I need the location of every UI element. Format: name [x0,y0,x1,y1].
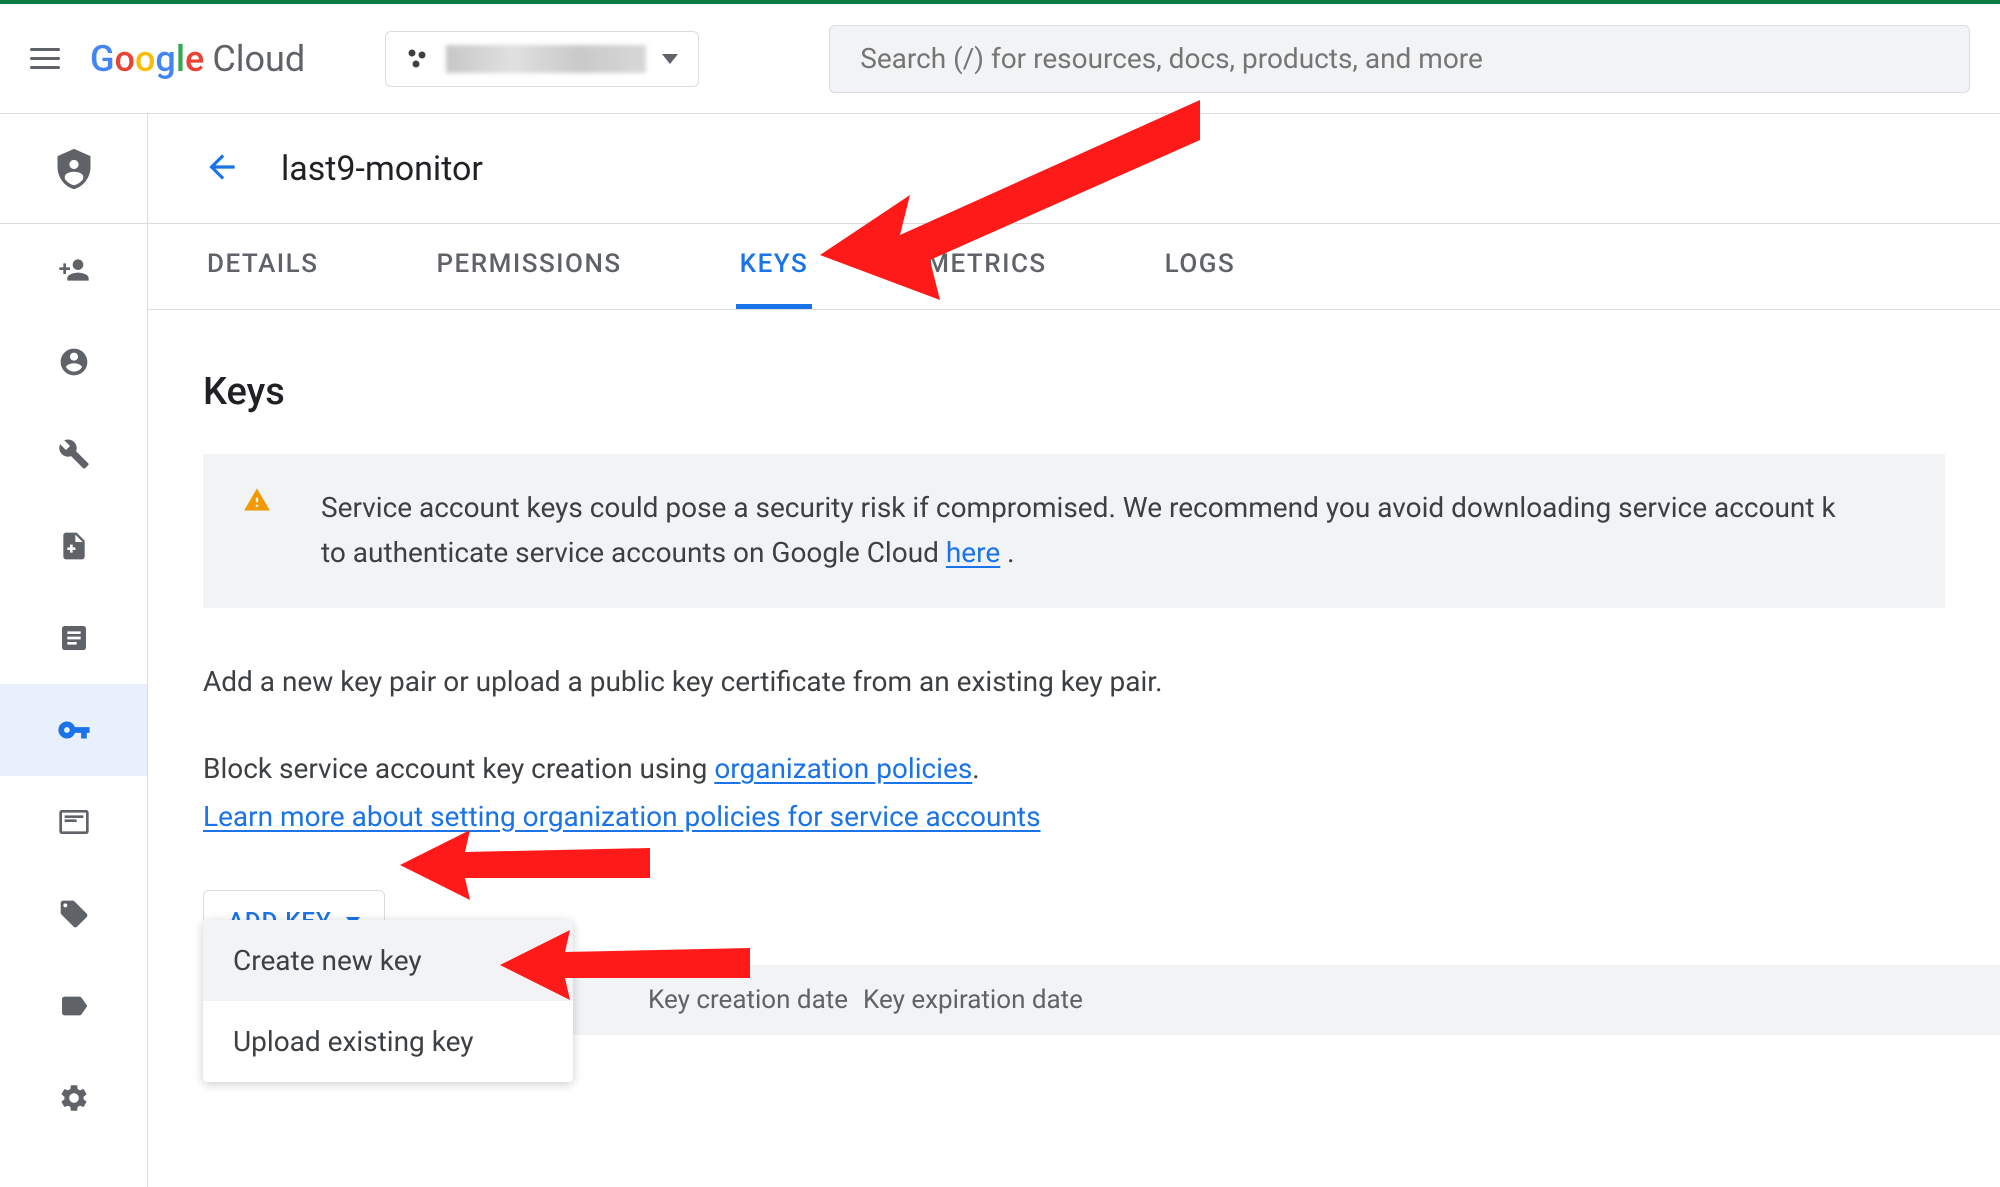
tab-details[interactable]: DETAILS [203,224,322,309]
sidebar-item-wrench[interactable] [0,408,147,500]
annotation-arrow-keys [820,100,1210,300]
sidebar-item-tag[interactable] [0,868,147,960]
hamburger-menu-icon[interactable] [30,48,60,69]
top-header: Google Cloud [0,4,2000,114]
sidebar-item-add-user[interactable] [0,224,147,316]
org-policies-link[interactable]: organization policies [714,752,972,785]
cloud-logo-text: Cloud [212,38,305,80]
dropdown-upload-existing-key[interactable]: Upload existing key [203,1001,573,1082]
sidebar-item-card[interactable] [0,776,147,868]
sidebar-item-doc-config[interactable] [0,500,147,592]
left-sidebar [0,114,148,1187]
sidebar-item-keys[interactable] [0,684,147,776]
sidebar-item-label[interactable] [0,960,147,1052]
annotation-arrow-createkey [500,930,760,1000]
desc-block-creation: Block service account key creation using… [203,745,1945,840]
col-expiration-date: Key expiration date [863,985,1363,1015]
here-link[interactable]: here [946,536,1000,569]
sidebar-item-article[interactable] [0,592,147,684]
page-title: last9-monitor [281,149,483,189]
tab-keys[interactable]: KEYS [736,224,813,309]
project-selector[interactable] [385,31,699,87]
search-input[interactable] [829,25,1970,93]
tab-permissions[interactable]: PERMISSIONS [432,224,625,309]
sidebar-item-settings[interactable] [0,1052,147,1144]
warning-icon [243,486,271,518]
project-name-redacted [446,45,646,73]
annotation-arrow-addkey [400,830,660,900]
warning-box: Service account keys could pose a securi… [203,454,1945,608]
caret-down-icon [662,54,678,64]
desc-add-key: Add a new key pair or upload a public ke… [203,658,1945,706]
sidebar-iam-icon[interactable] [0,114,147,224]
sidebar-item-person[interactable] [0,316,147,408]
section-title: Keys [203,370,1945,414]
warning-text: Service account keys could pose a securi… [321,486,1836,576]
learn-more-link[interactable]: Learn more about setting organization po… [203,800,1041,833]
back-arrow-icon[interactable] [203,148,241,190]
project-icon [406,47,430,71]
google-cloud-logo[interactable]: Google Cloud [90,38,305,80]
